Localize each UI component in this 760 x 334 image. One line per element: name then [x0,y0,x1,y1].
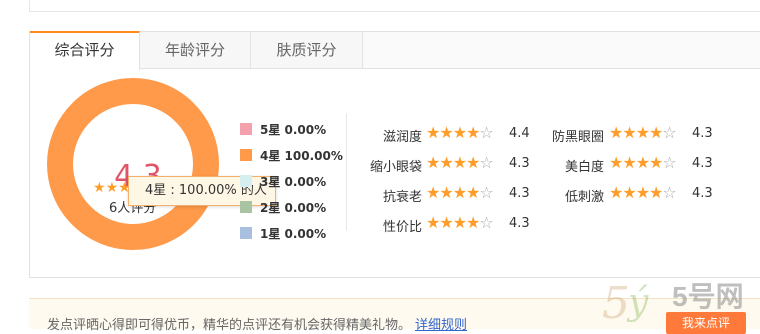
rating-attribute-name: 滋润度 [382,130,422,145]
star-icon: ★ [649,153,663,172]
star-icon: ★ [426,123,440,142]
legend-item-2star: 2星 0.00% [240,198,340,218]
star-icon: ★ [452,213,467,232]
star-icon: ★ [635,183,650,202]
rating-value: 4.3 [509,216,530,231]
star-icon: ★ [649,183,663,202]
site-watermark-logo: 5 ý 5号网 [602,278,744,326]
watermark-y-glyph: ý [626,282,649,323]
rating-stars: ★★★★☆ [426,213,494,232]
rating-stars: ★★★★☆ [426,123,494,142]
star-icon: ★ [105,180,119,196]
star-icon: ★ [622,123,636,142]
rating-attribute-name: 美白度 [564,160,604,175]
legend-swatch [240,201,252,213]
star-icon: ★ [609,123,623,142]
star-outline-icon: ☆ [662,123,676,142]
rating-stars: ★★★★☆ [609,183,677,202]
star-icon: ★ [439,153,453,172]
star-outline-icon: ☆ [662,153,676,172]
star-outline-icon: ☆ [662,183,676,202]
star-outline-icon: ☆ [479,183,493,202]
star-icon: ★ [466,213,480,232]
legend-swatch [240,149,252,161]
star-icon: ★ [635,153,650,172]
legend-label: 2星 0.00% [260,201,327,215]
star-icon: ★ [622,183,636,202]
watermark-text: 5号网 [672,281,744,312]
legend-label: 4星 100.00% [260,149,343,163]
previous-section-box [29,0,760,12]
star-icon: ★ [426,153,440,172]
legend-swatch [240,175,252,187]
star-icon: ★ [93,180,106,196]
star-outline-icon: ☆ [479,213,493,232]
legend-item-5star: 5星 0.00% [240,120,340,140]
notice-text: 发点评晒心得即可得优币，精华的点评还有机会获得精美礼物。 详细规则 [47,314,467,333]
star-icon: ★ [649,123,663,142]
legend-label: 5星 0.00% [260,123,327,137]
star-outline-icon: ☆ [479,123,493,142]
star-icon: ★ [622,153,636,172]
rating-stars: ★★★★☆ [609,123,677,142]
rating-tabs: 综合评分 年龄评分 肤质评分 [30,31,760,70]
star-icon: ★ [609,183,623,202]
star-icon: ★ [466,183,480,202]
legend-item-1star: 1星 0.00% [240,224,340,244]
rating-attribute-name: 低刺激 [564,190,604,205]
legend-swatch [240,227,252,239]
rating-stars: ★★★★☆ [426,183,494,202]
star-icon: ★ [439,123,453,142]
watermark-5-glyph: 5 [602,278,630,326]
rating-attribute-name: 性价比 [382,220,422,235]
legend-item-4star: 4星 100.00% [240,146,343,166]
rating-stars: ★★★★☆ [609,153,677,172]
legend-label: 3星 0.00% [260,175,327,189]
rating-value: 4.3 [692,186,713,201]
tab-age[interactable]: 年龄评分 [140,32,251,68]
rating-attribute-name: 缩小眼袋 [369,160,422,175]
star-icon: ★ [466,123,480,142]
legend-item-3star: 3星 0.00% [240,172,340,192]
legend-label: 1星 0.00% [260,227,327,241]
star-icon: ★ [439,213,453,232]
star-icon: ★ [452,183,467,202]
score-donut: 4.3 ★★★★☆ 6人评分 [47,78,219,250]
star-icon: ★ [452,153,467,172]
star-outline-icon: ☆ [479,153,493,172]
rating-stars: ★★★★☆ [426,153,494,172]
tab-overall[interactable]: 综合评分 [30,31,140,70]
rating-attribute-name: 防黑眼圈 [551,130,604,145]
rating-value: 4.3 [692,156,713,171]
star-icon: ★ [466,153,480,172]
star-icon: ★ [439,183,453,202]
star-icon: ★ [426,183,440,202]
legend-swatch [240,123,252,135]
star-icon: ★ [635,123,650,142]
tab-skin-type[interactable]: 肤质评分 [251,32,363,68]
star-icon: ★ [609,153,623,172]
star-icon: ★ [452,123,467,142]
rating-value: 4.3 [692,126,713,141]
rating-attribute-name: 抗衰老 [382,190,422,205]
star-icon: ★ [426,213,440,232]
